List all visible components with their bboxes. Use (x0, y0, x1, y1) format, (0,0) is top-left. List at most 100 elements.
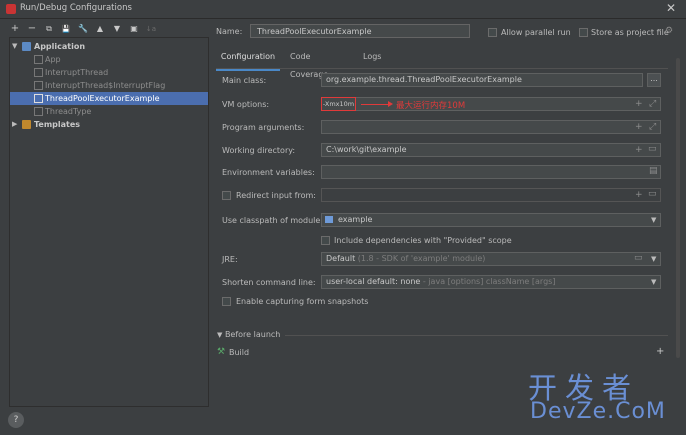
wrench-icon[interactable]: 🔧 (77, 22, 89, 36)
tree-label-templates: Templates (34, 120, 81, 129)
settings-gear-icon[interactable]: ⚙ (665, 26, 673, 36)
intellij-app-icon (6, 4, 16, 14)
environment-variables-label: Environment variables: (222, 168, 315, 177)
redirect-input-label: Redirect input from: (236, 191, 316, 200)
tree-node-interruptthread[interactable]: InterruptThread (10, 66, 208, 79)
include-provided-checkbox[interactable] (321, 236, 330, 245)
tree-label-interruptthread: InterruptThread (45, 68, 109, 77)
chevron-right-icon[interactable]: ▶ (12, 118, 17, 131)
workdir-folder-icon[interactable]: ▭ (648, 144, 657, 154)
chevron-down-icon[interactable]: ▼ (651, 278, 656, 286)
tree-node-application[interactable]: ▼ Application (10, 40, 208, 53)
jre-value: Default (326, 254, 356, 263)
vm-options-label: VM options: (222, 100, 270, 109)
main-class-field[interactable]: org.example.thread.ThreadPoolExecutorExa… (321, 73, 643, 87)
name-label: Name: (216, 27, 243, 36)
chevron-down-icon[interactable]: ▼ (651, 255, 656, 263)
workdir-add-icon[interactable]: + (635, 145, 643, 155)
browse-main-class-button[interactable]: ... (647, 73, 661, 87)
folder-icon[interactable]: ▣ (128, 22, 140, 36)
class-icon (34, 94, 43, 103)
build-task[interactable]: Build (229, 348, 249, 357)
tree-node-templates[interactable]: ▶ Templates (10, 118, 208, 131)
working-directory-label: Working directory: (222, 146, 296, 155)
chevron-down-icon[interactable]: ▼ (651, 216, 656, 224)
vm-annotation: 最大运行内存10M (396, 101, 466, 111)
add-task-icon[interactable]: + (656, 346, 664, 357)
working-directory-field[interactable]: C:\work\git\example (321, 143, 661, 157)
redirect-folder-icon: ▭ (648, 189, 657, 199)
class-icon (34, 107, 43, 116)
tree-label-threadtype: ThreadType (45, 107, 92, 116)
tree-node-threadpoolexecutorexample[interactable]: ThreadPoolExecutorExample (10, 92, 208, 105)
before-launch-divider (285, 335, 668, 336)
tree-label-app: App (45, 55, 61, 64)
add-icon[interactable]: + (9, 22, 21, 36)
close-icon[interactable]: ✕ (666, 1, 676, 15)
save-icon[interactable]: 💾 (60, 22, 72, 36)
config-toolbar: + − ⧉ 💾 🔧 ▲ ▼ ▣ ↓a (0, 22, 210, 36)
allow-parallel-run-label: Allow parallel run (501, 28, 571, 37)
allow-parallel-run-checkbox[interactable] (488, 28, 497, 37)
classpath-module-label: Use classpath of module: (222, 216, 324, 225)
redirect-add-icon: + (635, 190, 643, 200)
tab-code-coverage[interactable]: Code Coverage (290, 48, 328, 79)
class-icon (34, 55, 43, 64)
program-arguments-label: Program arguments: (222, 123, 305, 132)
application-icon (22, 42, 31, 51)
shorten-value: user-local default: none (326, 277, 421, 286)
program-args-expand-icon[interactable]: ⤢ (649, 122, 656, 132)
enable-snapshots-label: Enable capturing form snapshots (236, 297, 369, 306)
config-tree: ▼ Application App InterruptThread Interr… (9, 37, 209, 407)
shorten-command-line-select[interactable]: user-local default: none - java [options… (321, 275, 661, 289)
program-args-add-icon[interactable]: + (635, 122, 643, 132)
jre-field[interactable]: Default (1.8 - SDK of 'example' module) (321, 252, 661, 266)
copy-icon[interactable]: ⧉ (43, 22, 55, 36)
vm-add-icon[interactable]: + (635, 99, 643, 109)
tab-logs[interactable]: Logs (363, 48, 381, 68)
store-as-project-file-label: Store as project file (591, 28, 669, 37)
tree-node-app[interactable]: App (10, 53, 208, 66)
before-launch-list: ⚒ Build + (216, 345, 668, 359)
store-as-project-file-checkbox[interactable] (579, 28, 588, 37)
jre-hint: (1.8 - SDK of 'example' module) (357, 254, 486, 263)
move-down-icon[interactable]: ▼ (111, 22, 123, 36)
main-class-label: Main class: (222, 76, 267, 85)
redirect-input-checkbox[interactable] (222, 191, 231, 200)
name-field[interactable]: ThreadPoolExecutorExample (250, 24, 470, 38)
chevron-down-icon[interactable]: ▼ (217, 331, 222, 339)
help-button[interactable]: ? (8, 412, 24, 428)
module-icon (325, 216, 333, 223)
shorten-hint: - java [options] className [args] (422, 277, 556, 286)
redirect-input-field (321, 188, 661, 202)
tree-node-interruptflag[interactable]: InterruptThread$InterruptFlag (10, 79, 208, 92)
environment-variables-field[interactable] (321, 165, 661, 179)
wrench-icon (22, 120, 31, 129)
class-icon (34, 81, 43, 90)
before-launch-header[interactable]: ▼ Before launch (217, 330, 280, 339)
include-provided-label: Include dependencies with "Provided" sco… (334, 236, 512, 245)
tab-divider (216, 68, 668, 69)
enable-snapshots-checkbox[interactable] (222, 297, 231, 306)
program-arguments-field[interactable] (321, 120, 661, 134)
env-edit-icon[interactable]: ▤ (649, 166, 658, 176)
scrollbar[interactable] (676, 58, 680, 358)
classpath-module-select[interactable]: example (321, 213, 661, 227)
chevron-down-icon[interactable]: ▼ (12, 40, 17, 53)
vm-options-value: -Xmx10m (321, 97, 356, 111)
jre-label: JRE: (222, 255, 238, 264)
annotation-arrow (361, 101, 393, 107)
tree-node-threadtype[interactable]: ThreadType (10, 105, 208, 118)
remove-icon[interactable]: − (26, 22, 38, 36)
tree-label-threadpoolexecutorexample: ThreadPoolExecutorExample (45, 94, 160, 103)
watermark-domain: DevZe.CoM (530, 399, 666, 424)
tree-label-application: Application (34, 42, 86, 51)
class-icon (34, 68, 43, 77)
vm-expand-icon[interactable]: ⤢ (649, 99, 656, 109)
hammer-icon: ⚒ (217, 347, 226, 357)
sort-icon[interactable]: ↓a (145, 22, 157, 36)
shorten-command-line-label: Shorten command line: (222, 278, 316, 287)
move-up-icon[interactable]: ▲ (94, 22, 106, 36)
tree-label-interruptflag: InterruptThread$InterruptFlag (45, 81, 166, 90)
jre-folder-icon[interactable]: ▭ (634, 253, 643, 263)
